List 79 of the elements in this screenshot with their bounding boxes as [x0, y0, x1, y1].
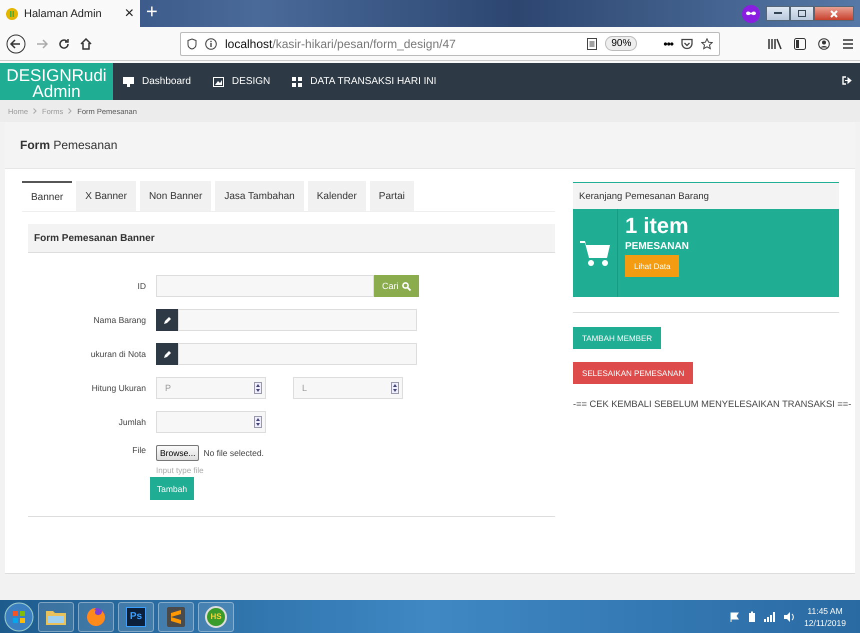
maximize-button[interactable]: [790, 6, 814, 21]
field-label: Jumlah: [118, 417, 146, 427]
card-caption: PEMESANAN: [625, 241, 689, 252]
number-input[interactable]: L: [293, 377, 403, 399]
url-text: localhost/kasir-hikari/pesan/form_design/47: [225, 36, 457, 50]
flag-icon: [730, 612, 740, 622]
form-tab[interactable]: Kalender: [308, 181, 366, 211]
text-input[interactable]: [178, 309, 417, 331]
field-label: Nama Barang: [92, 315, 146, 325]
reader-icon: [587, 38, 598, 50]
battery-icon: [748, 610, 756, 622]
zoom-level[interactable]: 90%: [605, 36, 638, 51]
nav-link[interactable]: DATA TRANSAKSI HARI INI: [310, 76, 436, 87]
reload-icon[interactable]: [58, 38, 70, 50]
file-status: No file selected.: [203, 448, 264, 458]
notice-text: -== CEK KEMBALI SEBELUM MENYELESAIKAN TRANSAKSI ==-: [573, 399, 852, 409]
start-icon[interactable]: [4, 602, 34, 632]
grid-icon: [292, 76, 302, 86]
id-input[interactable]: [156, 275, 374, 297]
number-input[interactable]: [156, 411, 266, 433]
clock-time: 11:45 AM: [807, 604, 843, 616]
search-icon: [402, 282, 411, 290]
address-bar[interactable]: localhost/kasir-hikari/pesan/form_design/47 90% •••: [180, 32, 720, 56]
close-tab-button[interactable]: ×: [124, 4, 134, 22]
close-icon: [830, 10, 838, 18]
field-label: File: [131, 445, 146, 455]
close-window-button[interactable]: [814, 6, 854, 21]
site-icon: [6, 8, 18, 20]
minimize-icon: [774, 12, 782, 15]
mask-icon: [742, 4, 760, 22]
logout-icon[interactable]: [842, 76, 852, 84]
maximize-icon: [798, 10, 806, 17]
clock-date: 12/11/2019: [804, 616, 846, 628]
signal-icon: [764, 612, 776, 622]
new-tab-button[interactable]: +: [140, 1, 164, 27]
help-text: Input type file: [156, 466, 205, 475]
menu-icon[interactable]: [842, 38, 854, 50]
field-label: Hitung Ukuran: [90, 383, 146, 393]
library-icon[interactable]: [768, 38, 782, 50]
home-icon[interactable]: [80, 38, 92, 50]
finish-button[interactable]: SELESAIKAN PEMESANAN: [573, 362, 694, 384]
field-label: ukuran di Nota: [90, 349, 146, 359]
photoshop-icon[interactable]: Ps: [126, 606, 146, 626]
pocket-icon: [681, 38, 693, 50]
form-tab[interactable]: Jasa Tambahan: [215, 181, 304, 211]
spinner-icon: [391, 382, 399, 394]
section-title: Form Pemesanan Banner: [34, 232, 155, 244]
form-tab[interactable]: Partai: [370, 181, 414, 211]
page-title: Form Pemesanan: [20, 138, 118, 152]
account-icon[interactable]: [818, 38, 830, 50]
browse-button[interactable]: Browse...: [156, 445, 200, 461]
number-input[interactable]: P: [156, 377, 266, 399]
more-button[interactable]: •••: [663, 36, 673, 50]
form-tab[interactable]: X Banner: [76, 181, 136, 211]
item-count: 1 item: [625, 213, 689, 239]
sidebar-icon[interactable]: [794, 38, 806, 50]
minimize-button[interactable]: [766, 6, 790, 21]
tab-title: Halaman Admin: [24, 8, 103, 20]
info-icon: [205, 38, 217, 50]
text-input[interactable]: [178, 343, 417, 365]
panel-title: Keranjang Pemesanan Barang: [579, 190, 709, 202]
nav-link[interactable]: DESIGN: [232, 76, 270, 87]
back-icon[interactable]: [6, 34, 26, 54]
shield-icon: [187, 38, 197, 50]
form-tab[interactable]: Non Banner: [140, 181, 212, 211]
star-icon: [701, 38, 713, 50]
chevron-icon: [33, 108, 38, 114]
chevron-icon: [68, 108, 72, 114]
monitor-icon: [123, 76, 134, 86]
speaker-icon: [784, 612, 796, 622]
cart-icon: [580, 239, 610, 267]
browser-tab[interactable]: Halaman Admin ×: [0, 0, 140, 27]
pencil-icon: [156, 309, 178, 331]
spinner-icon: [254, 382, 262, 394]
image-icon: [212, 76, 224, 86]
field-label: ID: [136, 281, 146, 291]
pencil-icon: [156, 343, 178, 365]
spinner-icon: [254, 416, 262, 428]
nav-link[interactable]: Dashboard: [142, 76, 191, 87]
